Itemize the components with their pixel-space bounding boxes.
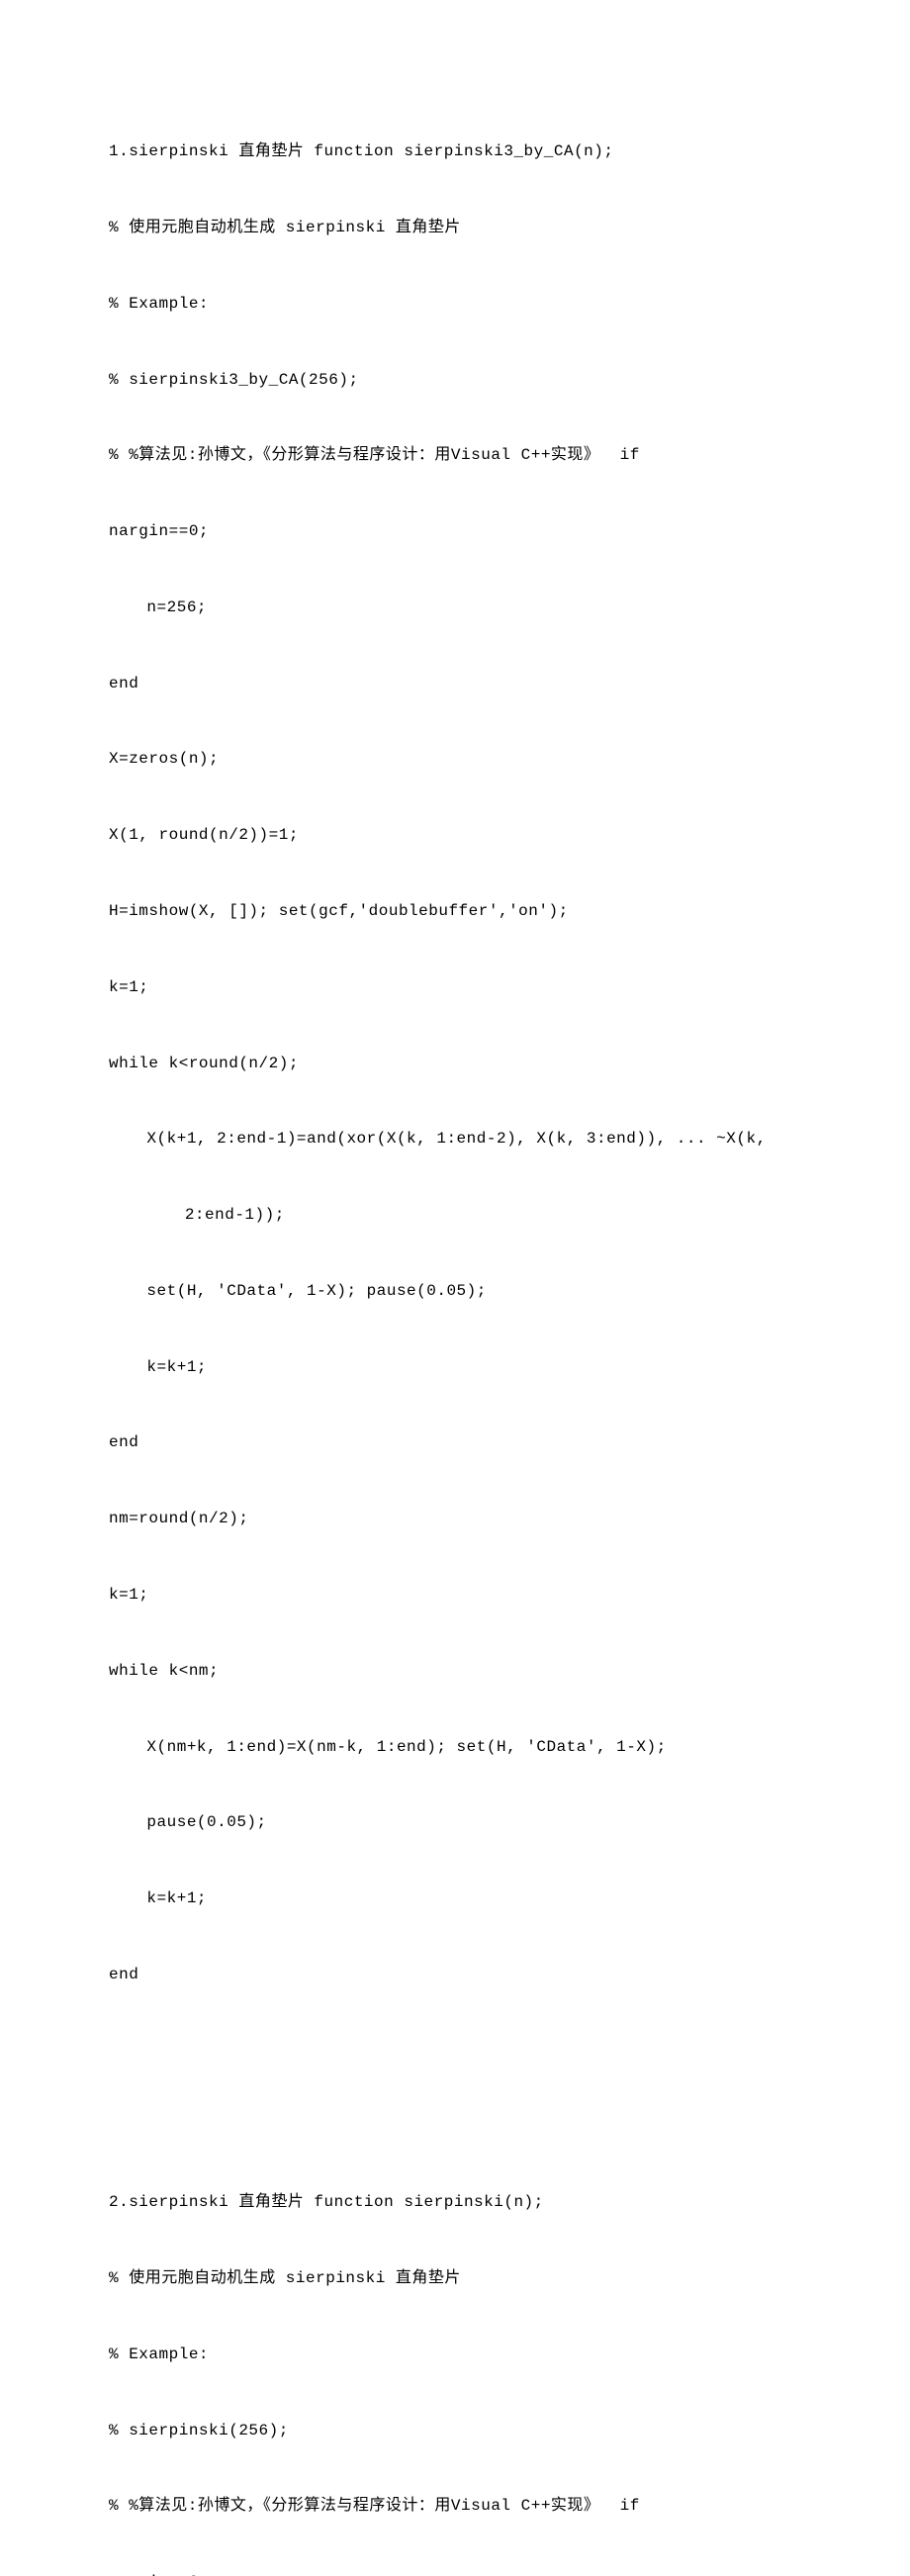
code-line: n=256; bbox=[109, 596, 801, 621]
code-line: % %算法见:孙博文，《分形算法与程序设计：用Visual C++实现》 if bbox=[109, 2494, 801, 2520]
code-line: X(nm+k, 1:end)=X(nm-k, 1:end); set(H, 'C… bbox=[109, 1735, 801, 1761]
code-line: X(1, round(n/2))=1; bbox=[109, 823, 801, 849]
code-line: 1.sierpinski 直角垫片 function sierpinski3_b… bbox=[109, 139, 801, 165]
document-page: 1.sierpinski 直角垫片 function sierpinski3_b… bbox=[0, 0, 910, 2576]
code-line: 2.sierpinski 直角垫片 function sierpinski(n)… bbox=[109, 2190, 801, 2216]
code-line: H=imshow(X, []); set(gcf,'doublebuffer',… bbox=[109, 899, 801, 925]
code-line: k=k+1; bbox=[109, 1355, 801, 1381]
code-line: pause(0.05); bbox=[109, 1810, 801, 1836]
code-line: end bbox=[109, 1963, 801, 1988]
code-line: % sierpinski(256); bbox=[109, 2419, 801, 2444]
code-line: k=k+1; bbox=[109, 1886, 801, 1912]
blank-line bbox=[109, 2039, 801, 2065]
code-line: X(k+1, 2:end-1)=and(xor(X(k, 1:end-2), X… bbox=[109, 1127, 801, 1152]
code-line: % 使用元胞自动机生成 sierpinski 直角垫片 bbox=[109, 216, 801, 241]
blank-line bbox=[109, 2115, 801, 2141]
code-line: end bbox=[109, 1430, 801, 1456]
code-line: nargin==0; bbox=[109, 519, 801, 545]
code-block-1: 1.sierpinski 直角垫片 function sierpinski3_b… bbox=[109, 89, 801, 2576]
code-line: nargin==0; bbox=[109, 2570, 801, 2576]
code-line: % 使用元胞自动机生成 sierpinski 直角垫片 bbox=[109, 2266, 801, 2292]
code-line: set(H, 'CData', 1-X); pause(0.05); bbox=[109, 1279, 801, 1305]
code-line: 2:end-1)); bbox=[109, 1203, 801, 1229]
code-line: % %算法见:孙博文，《分形算法与程序设计：用Visual C++实现》 if bbox=[109, 443, 801, 469]
code-line: X=zeros(n); bbox=[109, 747, 801, 773]
code-line: % Example: bbox=[109, 292, 801, 318]
code-line: nm=round(n/2); bbox=[109, 1507, 801, 1532]
code-line: while k<nm; bbox=[109, 1659, 801, 1685]
code-line: % sierpinski3_by_CA(256); bbox=[109, 368, 801, 394]
code-line: k=1; bbox=[109, 975, 801, 1001]
code-line: end bbox=[109, 672, 801, 697]
code-line: while k<round(n/2); bbox=[109, 1052, 801, 1077]
code-line: k=1; bbox=[109, 1583, 801, 1609]
code-line: % Example: bbox=[109, 2343, 801, 2368]
